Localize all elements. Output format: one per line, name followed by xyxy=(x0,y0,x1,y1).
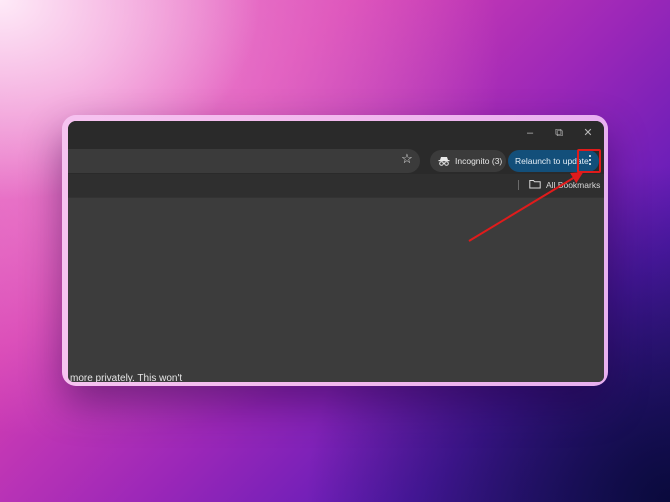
title-bar: – ⧉ ✕ xyxy=(68,121,604,146)
folder-icon xyxy=(529,179,541,191)
address-bar[interactable] xyxy=(68,149,420,173)
close-icon[interactable]: ✕ xyxy=(581,126,595,140)
minimize-icon[interactable]: – xyxy=(523,126,537,140)
more-vertical-icon xyxy=(589,155,591,167)
bookmarks-separator xyxy=(518,180,519,190)
page-content xyxy=(68,197,604,382)
incognito-label: Incognito (3) xyxy=(455,156,503,166)
bookmarks-bar: All Bookmarks xyxy=(68,174,604,197)
all-bookmarks-label: All Bookmarks xyxy=(546,180,601,190)
content-partial-text: more privately. This won't xyxy=(70,373,183,382)
incognito-button[interactable]: Incognito (3) xyxy=(430,150,506,172)
incognito-icon xyxy=(438,156,450,166)
menu-button[interactable] xyxy=(577,149,601,173)
star-icon[interactable]: ☆ xyxy=(400,152,414,166)
restore-icon[interactable]: ⧉ xyxy=(552,126,566,140)
all-bookmarks-button[interactable]: All Bookmarks xyxy=(529,178,600,192)
browser-window: – ⧉ ✕ ☆ Incognito (3) Relaunch to update xyxy=(68,121,604,382)
